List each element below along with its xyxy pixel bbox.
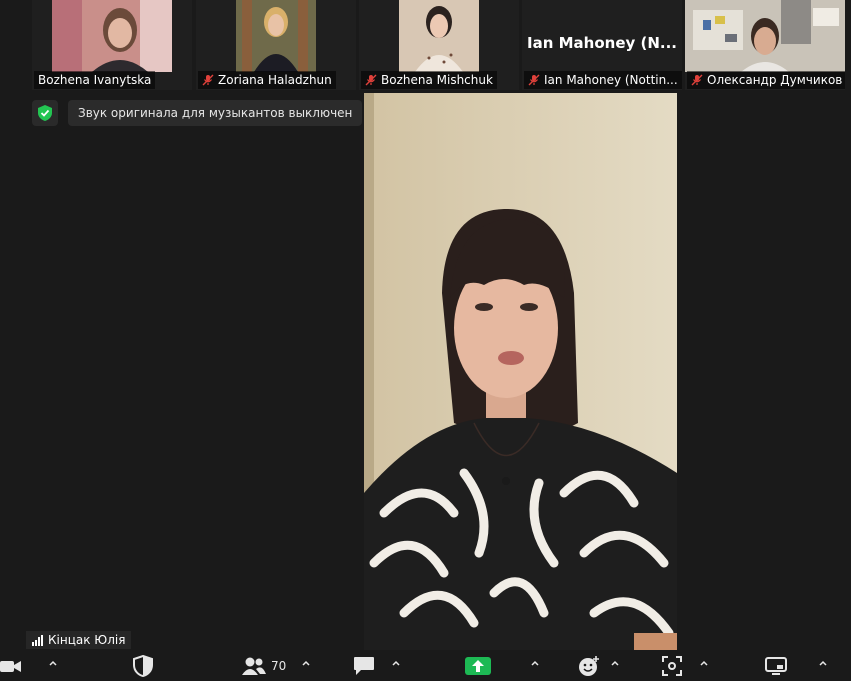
participant-video [236, 0, 316, 72]
microphone-muted-icon [691, 74, 703, 86]
participants-count: 70 [271, 659, 287, 673]
share-screen-button[interactable] [465, 655, 491, 677]
view-button[interactable] [765, 655, 787, 677]
chevron-up-icon[interactable] [609, 657, 621, 669]
emoji-reaction-icon [579, 656, 599, 676]
participant-name: Олександр Думчиков [687, 71, 845, 89]
participant-name: Bozhena Mishchuk [361, 71, 497, 89]
microphone-muted-icon [528, 74, 540, 86]
participants-button[interactable]: 70 [241, 655, 286, 677]
participant-name: Bozhena Ivanytska [34, 71, 156, 89]
screen-view-icon [765, 657, 787, 675]
shield-check-icon [38, 105, 52, 121]
meeting-toolbar: 70 [0, 651, 851, 681]
video-button[interactable] [0, 655, 22, 677]
microphone-muted-icon [365, 74, 377, 86]
participant-tile[interactable]: Bozhena Mishchuk [359, 0, 519, 90]
microphone-muted-icon [202, 74, 214, 86]
participant-video [399, 0, 479, 72]
participant-video-off-name: Ian Mahoney (N... [527, 34, 677, 52]
shield-icon [133, 655, 153, 677]
apps-button[interactable] [662, 655, 682, 677]
chevron-up-icon[interactable] [698, 657, 710, 669]
shield-badge[interactable] [32, 100, 58, 126]
participant-video [685, 0, 845, 72]
participant-name: Ian Mahoney (Nottin... [524, 71, 682, 89]
reactions-button[interactable] [578, 655, 600, 677]
speaker-video-frame [364, 93, 677, 650]
notice-text: Звук оригинала для музыкантов выключен [68, 100, 363, 126]
active-speaker-video [364, 93, 677, 650]
video-camera-icon [0, 661, 21, 672]
chat-bubble-icon [354, 657, 374, 675]
participant-tile[interactable]: Ian Mahoney (N... Ian Mahoney (Nottin... [522, 0, 682, 90]
chat-button[interactable] [353, 655, 375, 677]
participants-icon [242, 657, 266, 675]
participant-video [52, 0, 172, 72]
original-sound-notice: Звук оригинала для музыкантов выключен [32, 100, 363, 126]
chevron-up-icon[interactable] [47, 657, 59, 669]
participant-tile[interactable]: Олександр Думчиков [685, 0, 845, 90]
apps-icon [662, 656, 682, 676]
active-speaker-label: Кінцак Юлія [26, 631, 132, 649]
signal-strength-icon [32, 634, 43, 646]
participant-tile[interactable]: Zoriana Haladzhun [196, 0, 356, 90]
chevron-up-icon[interactable] [817, 657, 829, 669]
share-screen-icon [465, 657, 491, 675]
participant-tile[interactable]: Bozhena Ivanytska [32, 0, 192, 90]
chevron-up-icon[interactable] [390, 657, 402, 669]
chevron-up-icon[interactable] [529, 657, 541, 669]
chevron-up-icon[interactable] [300, 657, 312, 669]
participants-strip: Bozhena Ivanytska Zoriana Haladzhun Bozh… [0, 0, 851, 92]
participant-name: Zoriana Haladzhun [198, 71, 336, 89]
security-button[interactable] [133, 655, 153, 677]
